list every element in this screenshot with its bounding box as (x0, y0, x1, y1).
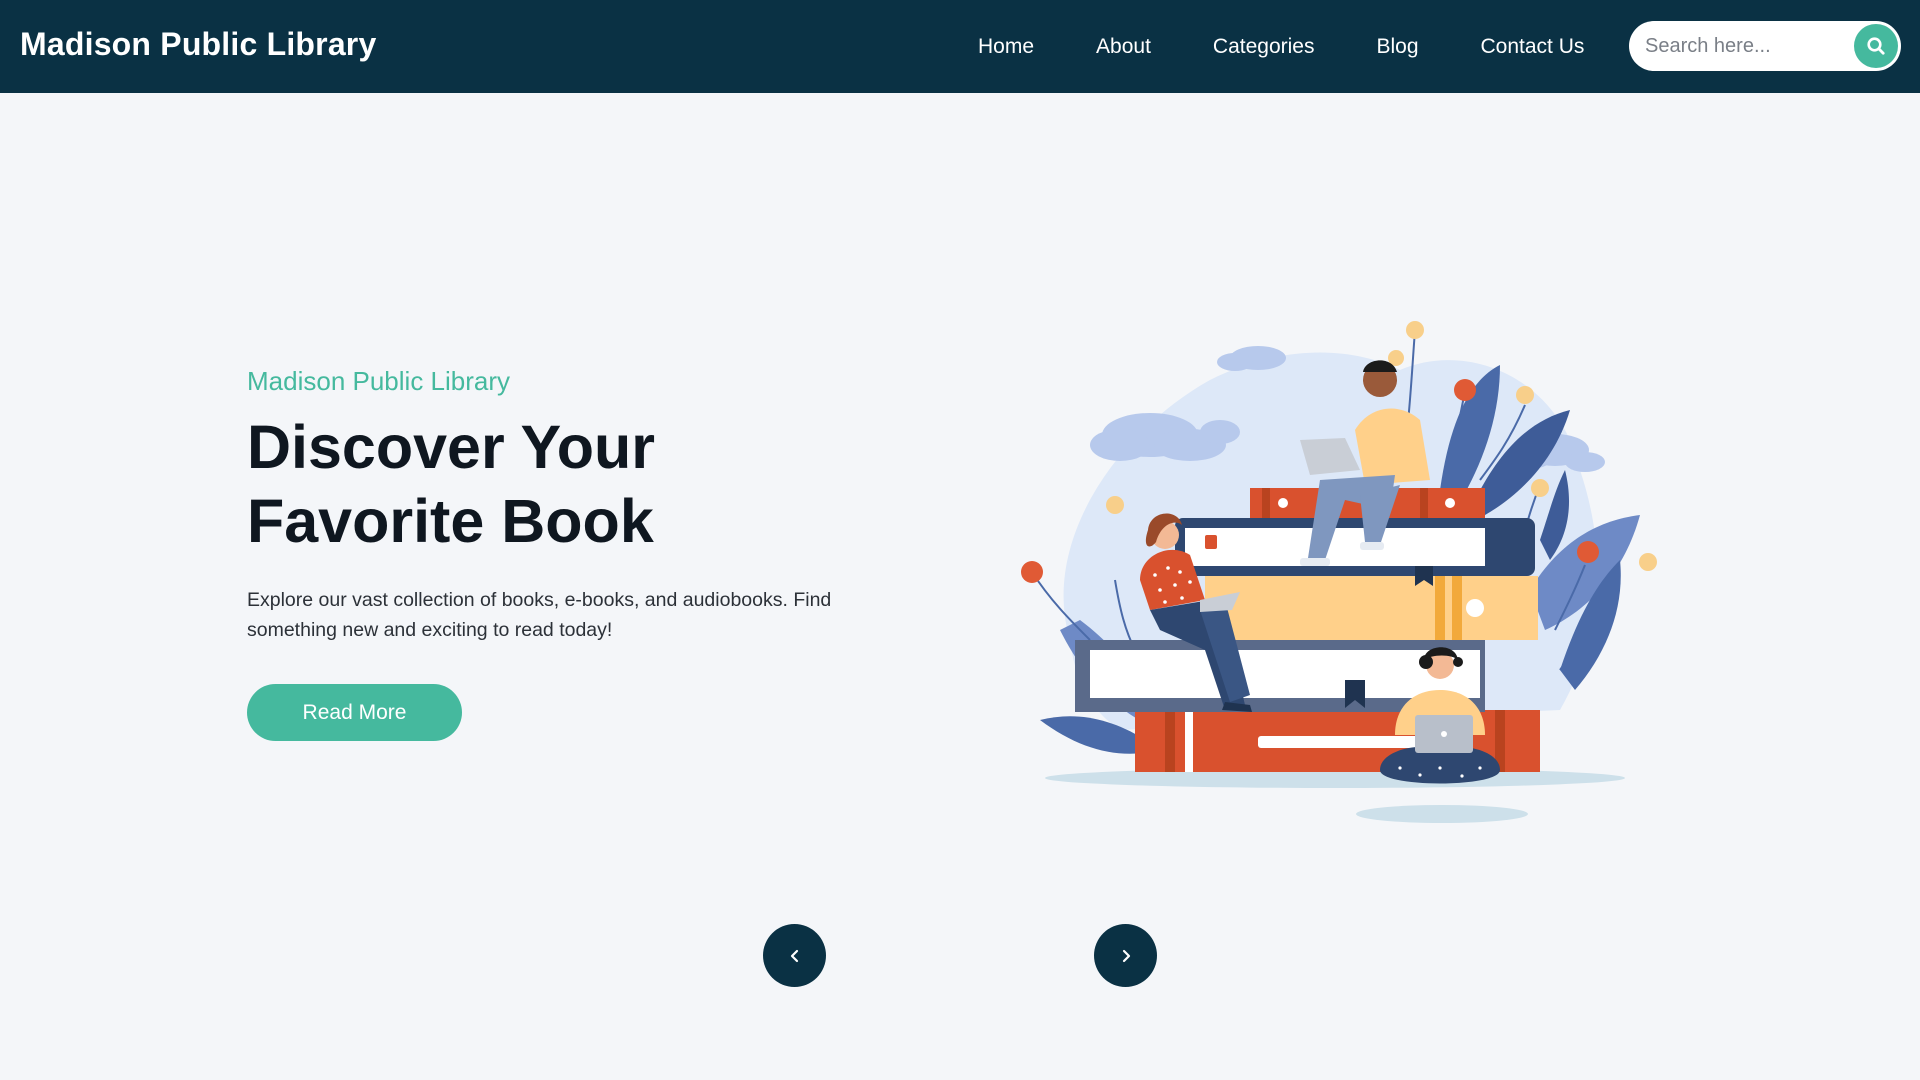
hero-eyebrow: Madison Public Library (247, 366, 511, 396)
hero-title-line2: Favorite Book (247, 487, 654, 555)
search-input[interactable] (1645, 26, 1855, 66)
nav-link-home[interactable]: Home (978, 35, 1034, 59)
chevron-right-icon (1122, 949, 1130, 962)
hero-illustration (1021, 321, 1657, 823)
search-box (1629, 21, 1901, 71)
nav-link-categories[interactable]: Categories (1213, 35, 1315, 59)
nav-link-blog[interactable]: Blog (1376, 35, 1418, 59)
search-button[interactable] (1854, 24, 1898, 68)
site-logo-link[interactable]: Madison Public Library (20, 26, 376, 63)
read-more-button[interactable]: Read More (247, 684, 462, 741)
chevron-left-icon (790, 949, 798, 962)
search-icon (1867, 37, 1885, 55)
hero-title: Discover Your Favorite Book (247, 410, 767, 558)
hero-description: Explore our vast collection of books, e-… (247, 589, 832, 641)
carousel-next-button[interactable] (1094, 924, 1157, 987)
carousel-prev-button[interactable] (763, 924, 826, 987)
main-nav: Home About Categories Blog Contact Us (978, 0, 1584, 93)
navbar: Madison Public Library Home About Catego… (0, 0, 1920, 93)
hero-title-line1: Discover Your (247, 413, 655, 481)
nav-link-contact-us[interactable]: Contact Us (1481, 35, 1585, 59)
nav-link-about[interactable]: About (1096, 35, 1151, 59)
